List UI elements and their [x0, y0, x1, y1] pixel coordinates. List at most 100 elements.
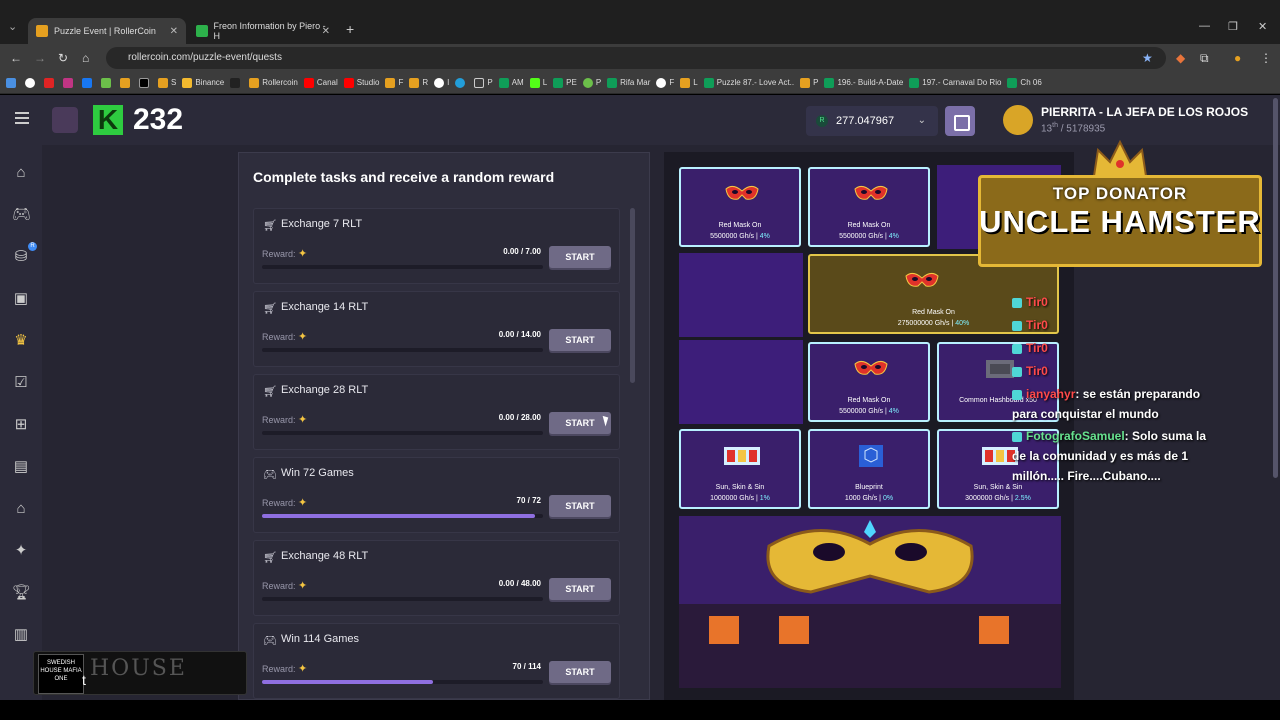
bookmark-item[interactable]: 196.- Build-A-Date	[824, 77, 903, 88]
close-tab-icon[interactable]: ✕	[170, 26, 178, 37]
start-button[interactable]: START	[549, 661, 611, 683]
coin-icon[interactable]: ⛁	[12, 249, 30, 265]
bookmark-item[interactable]	[44, 77, 57, 88]
quest-progress-bar	[262, 265, 543, 269]
bookmark-item[interactable]: L	[529, 77, 547, 88]
chat-message: para conquistar el mundo	[1012, 407, 1159, 421]
bookmark-item[interactable]: PE	[553, 77, 577, 88]
hamburger-menu-icon[interactable]	[15, 112, 29, 124]
bookmark-item[interactable]: Puzzle 87.- Love Act..	[703, 77, 794, 88]
home-icon[interactable]: ⌂	[12, 165, 30, 181]
gamepad-icon[interactable]: 🎮︎	[12, 207, 31, 223]
minimize-icon[interactable]: —	[1199, 20, 1210, 32]
trophy-icon[interactable]: 🏆︎	[12, 585, 31, 601]
building-icon[interactable]: ⌂	[12, 501, 30, 517]
bookmark-item[interactable]	[455, 77, 468, 88]
rack-icon	[724, 447, 760, 465]
chat-badge-icon	[1012, 366, 1022, 377]
chart-icon[interactable]: ▥	[12, 627, 30, 643]
bookmark-item[interactable]: Studio	[343, 77, 379, 88]
start-button[interactable]: START	[549, 329, 611, 351]
profile-name[interactable]: PIERRITA - LA JEFA DE LOS ROJOS	[1041, 105, 1248, 119]
puzzle-tile[interactable]: Red Mask On 5500000 Gh/s | 4%	[679, 167, 801, 247]
sparkle-reward-icon: ✦	[298, 663, 308, 675]
crown-icon[interactable]: ♛	[12, 333, 30, 349]
more-menu-icon[interactable]: ⋮	[1260, 51, 1272, 65]
chat-message: Tir0	[1012, 318, 1048, 332]
home-icon[interactable]: ⌂	[82, 51, 89, 65]
wallet-button[interactable]	[945, 106, 975, 136]
tab-freon-information[interactable]: Freon Information by Piero - H ✕	[188, 18, 338, 44]
bookmark-item[interactable]: P	[582, 77, 601, 88]
quests-title: Complete tasks and receive a random rewa…	[253, 169, 555, 185]
quest-card: 🛒︎ Exchange 7 RLT Reward: ✦ 0.00 / 7.00 …	[253, 208, 620, 284]
tab-puzzle-event[interactable]: Puzzle Event | RollerCoin ✕	[28, 18, 186, 44]
reload-icon[interactable]: ↻	[58, 51, 68, 65]
bookmark-item[interactable]: I	[434, 77, 449, 88]
bookmark-item[interactable]: Binance	[182, 77, 224, 88]
start-button[interactable]: START	[549, 495, 611, 517]
bookmark-item[interactable]: S	[158, 77, 176, 88]
extension-icon[interactable]: ◆	[1176, 51, 1185, 65]
quests-scrollbar[interactable]	[630, 208, 635, 383]
bookmark-item[interactable]: AM	[498, 77, 524, 88]
bookmark-item[interactable]: Ch 06	[1007, 77, 1042, 88]
puzzle-tile[interactable]: Red Mask On 5500000 Gh/s | 4%	[808, 167, 930, 247]
store-icon[interactable]: ▤	[12, 459, 30, 475]
restore-icon[interactable]: ❐	[1228, 20, 1238, 33]
bookmark-item[interactable]: F	[656, 77, 674, 88]
bookmark-item[interactable]	[101, 77, 114, 88]
start-button[interactable]: START	[549, 246, 611, 268]
profile-avatar[interactable]	[1003, 105, 1033, 135]
bookmark-star-icon[interactable]: ★	[1142, 51, 1153, 65]
puzzle-tile[interactable]: Red Mask On 5500000 Gh/s | 4%	[808, 342, 930, 422]
bookmark-item[interactable]: P	[800, 77, 818, 88]
bookmark-item[interactable]	[63, 77, 76, 88]
bookmark-item[interactable]: P	[474, 77, 493, 88]
bookmark-item[interactable]	[6, 77, 19, 88]
bookmark-item[interactable]	[82, 77, 95, 88]
chat-badge-icon	[1012, 431, 1022, 442]
balance-selector[interactable]: R 277.047967 ⌄	[806, 106, 938, 136]
bookmark-item[interactable]	[25, 77, 38, 88]
bookmark-item[interactable]: L	[680, 77, 698, 88]
address-toolbar: ← → ↻ ⌂ rollercoin.com/puzzle-event/ques…	[0, 44, 1280, 72]
bookmark-item[interactable]: Rollercoin	[249, 77, 298, 88]
calendar-check-icon[interactable]: ☑	[12, 375, 30, 391]
event-icon[interactable]: ✦	[12, 543, 30, 559]
page-scrollbar[interactable]	[1273, 98, 1278, 478]
new-tab-icon[interactable]: +	[346, 21, 354, 37]
red-mask-icon	[854, 185, 888, 200]
quest-progress-bar	[262, 348, 543, 352]
puzzle-tile[interactable]: Blueprint 1000 Gh/s | 0%	[808, 429, 930, 509]
gift-icon[interactable]: ▣	[12, 291, 30, 307]
puzzle-tile[interactable]: Sun, Skin & Sin 1000000 Gh/s | 1%	[679, 429, 801, 509]
quest-progress-bar	[262, 597, 543, 601]
cart-icon: 🛒︎	[263, 386, 277, 398]
quests-panel: Complete tasks and receive a random rewa…	[238, 152, 650, 700]
forward-icon[interactable]: →	[34, 51, 46, 65]
bookmark-item[interactable]: 197.- Carnaval Do Rio	[909, 77, 1001, 88]
extensions-puzzle-icon[interactable]: ⧉	[1200, 51, 1209, 66]
sparkle-reward-icon: ✦	[298, 497, 308, 509]
profile-icon[interactable]: ●	[1234, 51, 1241, 65]
bookmark-item[interactable]	[139, 77, 152, 88]
bookmark-item[interactable]	[230, 77, 243, 88]
bookmark-item[interactable]: R	[409, 77, 428, 88]
kick-viewer-count: 232	[133, 103, 184, 136]
tab-list-chevron-icon[interactable]: ⌄	[8, 20, 17, 33]
bookmark-item[interactable]: Canal	[303, 77, 338, 88]
bookmark-item[interactable]	[120, 77, 133, 88]
rlt-currency-icon: R	[816, 115, 828, 127]
quest-card: 🛒︎ Exchange 14 RLT Reward: ✦ 0.00 / 14.0…	[253, 291, 620, 367]
close-tab-icon[interactable]: ✕	[322, 26, 330, 37]
bookmark-item[interactable]: F	[385, 77, 403, 88]
bookmark-item[interactable]: Rifa Mar	[607, 77, 650, 88]
user-avatar-small[interactable]	[52, 107, 78, 133]
start-button[interactable]: START	[549, 578, 611, 600]
chat-message: ianyahyr: se están preparando	[1012, 387, 1200, 401]
url-bar[interactable]: rollercoin.com/puzzle-event/quests	[106, 47, 1166, 69]
cart-icon[interactable]: ⊞	[12, 417, 30, 433]
back-icon[interactable]: ←	[10, 51, 22, 65]
close-window-icon[interactable]: ✕	[1258, 20, 1267, 33]
